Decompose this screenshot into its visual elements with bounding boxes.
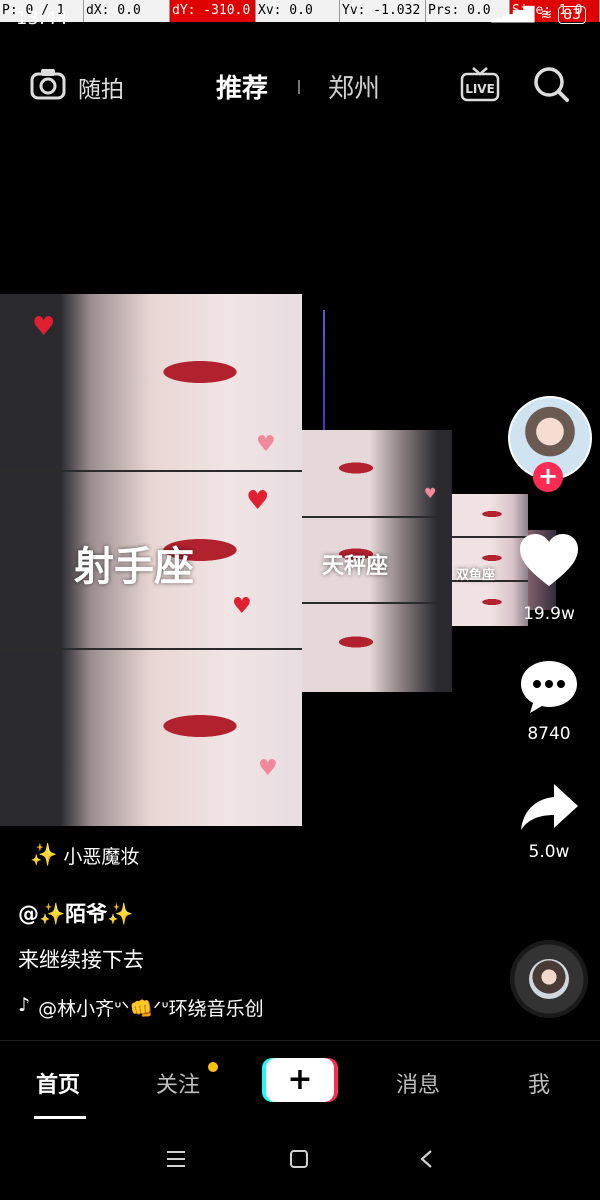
menu-icon[interactable] [166,1150,186,1168]
heart-sticker: ♥ [32,312,56,342]
share-arrow-icon[interactable] [518,780,580,836]
back-chevron-icon[interactable] [418,1149,436,1169]
live-icon[interactable]: LIVE [460,64,500,104]
follow-plus-button[interactable]: + [533,462,563,492]
video-frame-medium[interactable]: ♥ 天秤座 [302,430,452,692]
music-title: @林小齐ᐡᐠ👊ᐟᐡ环绕音乐创 [38,998,264,1020]
tab-divider [298,80,300,94]
heart-sticker: ♥ [246,486,270,516]
wifi-icon: ≋ [540,7,553,23]
battery-icon: 83 [558,6,586,24]
search-icon[interactable] [532,65,570,103]
tab-recommend[interactable]: 推荐 [216,68,268,105]
signal-icon: ▂▄▆█ [491,7,535,23]
music-disc-cover [529,959,569,999]
heart-sticker: ♥ [424,486,437,502]
heart-sticker: ♥ [258,756,278,781]
comment-count: 8740 [527,724,571,744]
video-caption: 来继续接下去 [18,948,144,972]
tab-city[interactable]: 郑州 [328,68,380,105]
debug-dy: dY: -310.0 [170,0,256,22]
nav-inbox[interactable]: 消息 [396,1067,440,1099]
nav-me[interactable]: 我 [528,1067,550,1099]
share-count: 5.0w [528,842,570,862]
heart-icon[interactable] [518,532,580,590]
video-frame-large[interactable]: ♥ ♥ ♥ ♥ ♥ 射手座 [0,294,302,826]
heart-sticker: ♥ [256,432,276,457]
author-name[interactable]: @✨陌爷✨ [18,898,133,928]
like-count: 19.9w [523,604,575,624]
effect-name: 小恶魔妆 [63,846,140,868]
status-time: 13:44 [16,8,68,29]
quick-shoot-label[interactable]: 随拍 [78,70,124,104]
debug-dx: dX: 0.0 [84,0,170,22]
top-nav: 随拍 推荐 郑州 LIVE [0,56,600,116]
camera-icon[interactable] [30,66,66,102]
magic-wand-icon: ✨ [30,843,58,868]
music-note-icon: ♪ [18,994,31,1016]
live-icon-label: LIVE [465,82,495,96]
notification-dot [208,1062,218,1072]
debug-yv: Yv: -1.032 [340,0,426,22]
create-button[interactable]: + [266,1058,334,1102]
debug-xv: Xv: 0.0 [256,0,340,22]
nav-home-underline [34,1116,86,1119]
zodiac-label-large: 射手座 [74,543,194,590]
comment-icon[interactable] [518,658,580,716]
heart-sticker: ♥ [232,594,252,619]
status-icons: ▂▄▆█ ≋ 83 [491,6,586,24]
home-square-icon[interactable] [290,1150,308,1168]
effect-tag[interactable]: ✨ 小恶魔妆 [30,842,139,869]
nav-home[interactable]: 首页 [36,1067,80,1099]
zodiac-label-small: 双鱼座 [456,568,496,583]
music-marquee[interactable]: ♪ @林小齐ᐡᐠ👊ᐟᐡ环绕音乐创 [18,994,318,1021]
zodiac-label-medium: 天秤座 [322,553,389,579]
nav-follow[interactable]: 关注 [156,1067,200,1099]
